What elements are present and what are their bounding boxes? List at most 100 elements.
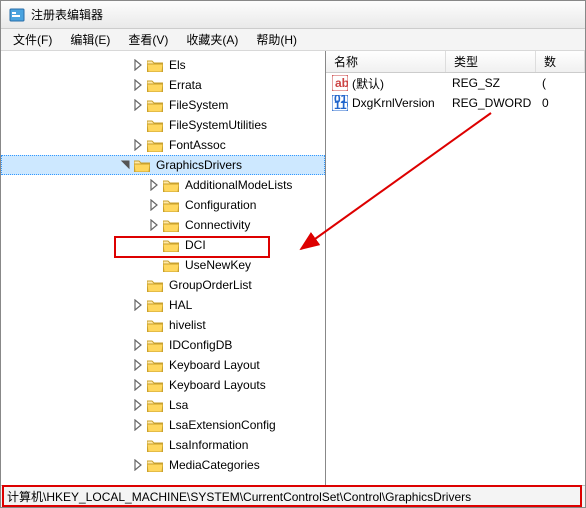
value-type: REG_SZ bbox=[446, 76, 536, 90]
expand-icon[interactable] bbox=[133, 379, 145, 391]
statusbar: 计算机\HKEY_LOCAL_MACHINE\SYSTEM\CurrentCon… bbox=[1, 485, 585, 507]
tree-item-mediacategories[interactable]: MediaCategories bbox=[1, 455, 325, 475]
folder-icon bbox=[163, 218, 179, 232]
folder-icon bbox=[147, 298, 163, 312]
tree-item-label: GraphicsDrivers bbox=[154, 158, 244, 172]
tree-item-errata[interactable]: Errata bbox=[1, 75, 325, 95]
status-path: 计算机\HKEY_LOCAL_MACHINE\SYSTEM\CurrentCon… bbox=[7, 488, 471, 505]
expand-icon[interactable] bbox=[133, 419, 145, 431]
tree-item-grouporderlist[interactable]: GroupOrderList bbox=[1, 275, 325, 295]
tree-item-label: LsaInformation bbox=[167, 438, 250, 452]
expand-icon[interactable] bbox=[149, 219, 161, 231]
folder-icon bbox=[147, 318, 163, 332]
tree-item-label: DCI bbox=[183, 238, 208, 252]
tree-item-usenewkey[interactable]: UseNewKey bbox=[1, 255, 325, 275]
tree-item-label: Els bbox=[167, 58, 188, 72]
folder-icon bbox=[147, 78, 163, 92]
menu-edit[interactable]: 编辑(E) bbox=[62, 29, 118, 50]
tree-item-configuration[interactable]: Configuration bbox=[1, 195, 325, 215]
value-name: (默认) bbox=[352, 75, 384, 92]
col-header-name[interactable]: 名称 bbox=[326, 51, 446, 72]
tree-item-label: LsaExtensionConfig bbox=[167, 418, 278, 432]
expand-icon[interactable] bbox=[133, 139, 145, 151]
folder-icon bbox=[163, 238, 179, 252]
value-data: ( bbox=[536, 76, 585, 90]
tree-item-label: Lsa bbox=[167, 398, 190, 412]
folder-icon bbox=[147, 118, 163, 132]
folder-icon bbox=[147, 278, 163, 292]
expand-icon[interactable] bbox=[133, 79, 145, 91]
registry-editor-window: 注册表编辑器 文件(F) 编辑(E) 查看(V) 收藏夹(A) 帮助(H) El… bbox=[0, 0, 586, 508]
tree-item-lsa[interactable]: Lsa bbox=[1, 395, 325, 415]
col-header-type[interactable]: 类型 bbox=[446, 51, 536, 72]
no-expander bbox=[149, 239, 161, 251]
tree-item-label: GroupOrderList bbox=[167, 278, 254, 292]
tree-item-dci[interactable]: DCI bbox=[1, 235, 325, 255]
list-header: 名称 类型 数 bbox=[326, 51, 585, 73]
tree-pane[interactable]: Els Errata FileSystemFileSystemUtilities Fo… bbox=[1, 51, 326, 485]
tree-item-label: Errata bbox=[167, 78, 204, 92]
tree-item-label: FontAssoc bbox=[167, 138, 228, 152]
expand-icon[interactable] bbox=[133, 339, 145, 351]
expand-icon[interactable] bbox=[133, 459, 145, 471]
tree-item-keyboard-layouts[interactable]: Keyboard Layouts bbox=[1, 375, 325, 395]
folder-icon bbox=[147, 58, 163, 72]
tree-item-filesystem[interactable]: FileSystem bbox=[1, 95, 325, 115]
tree-item-connectivity[interactable]: Connectivity bbox=[1, 215, 325, 235]
menu-file[interactable]: 文件(F) bbox=[5, 29, 60, 50]
tree-item-label: Connectivity bbox=[183, 218, 252, 232]
folder-icon bbox=[163, 258, 179, 272]
no-expander bbox=[133, 279, 145, 291]
titlebar[interactable]: 注册表编辑器 bbox=[1, 1, 585, 29]
tree-item-label: hivelist bbox=[167, 318, 208, 332]
tree-item-label: HAL bbox=[167, 298, 194, 312]
tree-item-filesystemutilities[interactable]: FileSystemUtilities bbox=[1, 115, 325, 135]
value-row[interactable]: DxgKrnlVersion REG_DWORD0 bbox=[326, 93, 585, 113]
tree-item-label: AdditionalModeLists bbox=[183, 178, 294, 192]
value-data: 0 bbox=[536, 96, 585, 110]
dword-value-icon bbox=[332, 95, 348, 111]
folder-icon bbox=[147, 458, 163, 472]
tree-item-label: Keyboard Layout bbox=[167, 358, 262, 372]
tree-item-label: UseNewKey bbox=[183, 258, 253, 272]
tree-item-idconfigdb[interactable]: IDConfigDB bbox=[1, 335, 325, 355]
regedit-icon bbox=[9, 7, 25, 23]
tree-item-fontassoc[interactable]: FontAssoc bbox=[1, 135, 325, 155]
folder-icon bbox=[163, 198, 179, 212]
expand-icon[interactable] bbox=[133, 299, 145, 311]
no-expander bbox=[133, 119, 145, 131]
no-expander bbox=[149, 259, 161, 271]
folder-icon bbox=[147, 98, 163, 112]
no-expander bbox=[133, 439, 145, 451]
folder-icon bbox=[147, 338, 163, 352]
folder-icon bbox=[147, 378, 163, 392]
col-header-data[interactable]: 数 bbox=[536, 51, 585, 72]
menu-favorites[interactable]: 收藏夹(A) bbox=[178, 29, 246, 50]
expand-icon[interactable] bbox=[149, 199, 161, 211]
value-name: DxgKrnlVersion bbox=[352, 96, 435, 110]
value-type: REG_DWORD bbox=[446, 96, 536, 110]
tree-item-label: Keyboard Layouts bbox=[167, 378, 268, 392]
tree-item-hal[interactable]: HAL bbox=[1, 295, 325, 315]
tree-item-keyboard-layout[interactable]: Keyboard Layout bbox=[1, 355, 325, 375]
tree-item-graphicsdrivers[interactable]: GraphicsDrivers bbox=[1, 155, 325, 175]
expand-icon[interactable] bbox=[149, 179, 161, 191]
tree-item-lsainformation[interactable]: LsaInformation bbox=[1, 435, 325, 455]
folder-icon bbox=[147, 438, 163, 452]
content-area: Els Errata FileSystemFileSystemUtilities Fo… bbox=[1, 51, 585, 485]
tree-item-els[interactable]: Els bbox=[1, 55, 325, 75]
folder-icon bbox=[147, 398, 163, 412]
value-row[interactable]: (默认) REG_SZ( bbox=[326, 73, 585, 93]
menu-help[interactable]: 帮助(H) bbox=[248, 29, 305, 50]
values-pane[interactable]: 名称 类型 数 (默认) REG_SZ( DxgKrnlVersion REG_DWO… bbox=[326, 51, 585, 485]
folder-icon bbox=[163, 178, 179, 192]
collapse-icon[interactable] bbox=[120, 159, 132, 171]
expand-icon[interactable] bbox=[133, 359, 145, 371]
tree-item-lsaextensionconfig[interactable]: LsaExtensionConfig bbox=[1, 415, 325, 435]
menu-view[interactable]: 查看(V) bbox=[120, 29, 176, 50]
tree-item-hivelist[interactable]: hivelist bbox=[1, 315, 325, 335]
expand-icon[interactable] bbox=[133, 59, 145, 71]
expand-icon[interactable] bbox=[133, 99, 145, 111]
tree-item-additionalmodelists[interactable]: AdditionalModeLists bbox=[1, 175, 325, 195]
expand-icon[interactable] bbox=[133, 399, 145, 411]
